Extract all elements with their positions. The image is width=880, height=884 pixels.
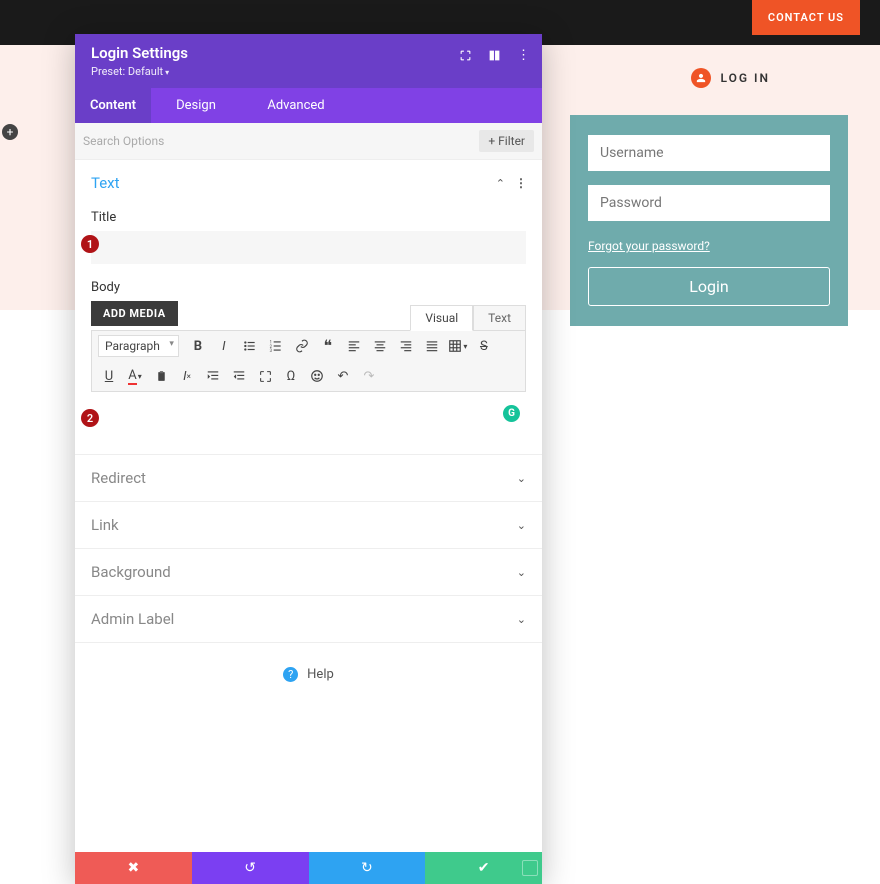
align-justify-icon[interactable] bbox=[421, 335, 443, 357]
chevron-up-icon: ⌃ bbox=[496, 177, 505, 190]
login-link[interactable]: LOG IN bbox=[691, 68, 771, 88]
kebab-menu-icon[interactable]: ⋮ bbox=[517, 48, 530, 63]
chevron-down-icon: ⌄ bbox=[517, 613, 526, 626]
italic-icon[interactable]: I bbox=[213, 335, 235, 357]
title-input[interactable] bbox=[91, 231, 526, 264]
grammarly-icon[interactable]: G bbox=[503, 405, 520, 422]
editor-body[interactable]: G bbox=[91, 392, 526, 428]
section-menu-icon[interactable]: ⋮ bbox=[515, 176, 526, 190]
section-text: Text ⌃ ⋮ Title 1 Body ADD MEDIA Visual T… bbox=[75, 160, 542, 428]
paste-icon[interactable] bbox=[150, 365, 172, 387]
section-redirect-label: Redirect bbox=[91, 469, 146, 487]
password-input[interactable] bbox=[588, 185, 830, 221]
chevron-down-icon: ⌄ bbox=[517, 472, 526, 485]
login-form: Forgot your password? Login bbox=[570, 115, 848, 326]
chevron-down-icon: ⌄ bbox=[517, 519, 526, 532]
omega-icon[interactable]: Ω bbox=[280, 365, 302, 387]
editor-toolbar: Paragraph B I 123 ❝ bbox=[91, 330, 526, 392]
outdent-icon[interactable] bbox=[228, 365, 250, 387]
align-right-icon[interactable] bbox=[395, 335, 417, 357]
redo-icon[interactable]: ↷ bbox=[358, 365, 380, 387]
panel-tabs: Content Design Advanced bbox=[75, 88, 542, 123]
username-input[interactable] bbox=[588, 135, 830, 171]
bullet-list-icon[interactable] bbox=[239, 335, 261, 357]
tab-design[interactable]: Design bbox=[151, 88, 241, 123]
login-link-label: LOG IN bbox=[721, 71, 771, 85]
quote-icon[interactable]: ❝ bbox=[317, 335, 339, 357]
panel-header: Login Settings Preset: Default ⋮ bbox=[75, 34, 542, 88]
save-button[interactable]: ✔ bbox=[425, 852, 542, 884]
text-color-icon[interactable]: A▾ bbox=[124, 365, 146, 387]
bold-icon[interactable]: B bbox=[187, 335, 209, 357]
svg-text:3: 3 bbox=[269, 348, 272, 353]
editor-tab-visual[interactable]: Visual bbox=[410, 305, 473, 331]
columns-icon[interactable] bbox=[488, 49, 501, 62]
contact-us-button[interactable]: CONTACT US bbox=[752, 0, 860, 35]
help-label: Help bbox=[307, 667, 334, 682]
fullscreen-icon[interactable] bbox=[254, 365, 276, 387]
annotation-badge-1: 1 bbox=[81, 235, 99, 253]
tab-advanced[interactable]: Advanced bbox=[241, 88, 351, 123]
emoji-icon[interactable] bbox=[306, 365, 328, 387]
undo-button[interactable]: ↺ bbox=[192, 852, 309, 884]
annotation-badge-2: 2 bbox=[81, 409, 99, 427]
settings-panel: Login Settings Preset: Default ⋮ Content… bbox=[75, 34, 542, 884]
align-center-icon[interactable] bbox=[369, 335, 391, 357]
section-text-header[interactable]: Text ⌃ ⋮ bbox=[91, 160, 526, 206]
title-field-label: Title bbox=[91, 210, 526, 225]
section-redirect-header[interactable]: Redirect ⌄ bbox=[91, 455, 526, 501]
align-left-icon[interactable] bbox=[343, 335, 365, 357]
section-link-label: Link bbox=[91, 516, 119, 534]
search-input[interactable] bbox=[83, 134, 479, 148]
add-media-button[interactable]: ADD MEDIA bbox=[91, 301, 178, 326]
search-row: Filter bbox=[75, 123, 542, 160]
undo-icon[interactable]: ↶ bbox=[332, 365, 354, 387]
cancel-button[interactable]: ✖ bbox=[75, 852, 192, 884]
help-row[interactable]: ? Help bbox=[75, 643, 542, 852]
section-adminlabel-label: Admin Label bbox=[91, 610, 174, 628]
clear-format-icon[interactable]: I× bbox=[176, 365, 198, 387]
user-icon bbox=[691, 68, 711, 88]
filter-button[interactable]: Filter bbox=[479, 130, 534, 152]
expand-icon[interactable] bbox=[459, 49, 472, 62]
section-text-label: Text bbox=[91, 174, 120, 192]
paragraph-select[interactable]: Paragraph bbox=[98, 335, 179, 357]
link-icon[interactable] bbox=[291, 335, 313, 357]
add-module-button[interactable]: + bbox=[2, 124, 18, 140]
indent-icon[interactable] bbox=[202, 365, 224, 387]
body-field-label: Body bbox=[91, 280, 526, 295]
number-list-icon[interactable]: 123 bbox=[265, 335, 287, 357]
underline-icon[interactable]: U bbox=[98, 365, 120, 387]
section-adminlabel-header[interactable]: Admin Label ⌄ bbox=[91, 596, 526, 642]
forgot-password-link[interactable]: Forgot your password? bbox=[588, 239, 710, 253]
login-submit-button[interactable]: Login bbox=[588, 267, 830, 306]
table-icon[interactable]: ▾ bbox=[447, 335, 469, 357]
section-link-header[interactable]: Link ⌄ bbox=[91, 502, 526, 548]
chevron-down-icon: ⌄ bbox=[517, 566, 526, 579]
editor-tab-text[interactable]: Text bbox=[473, 305, 526, 331]
bottom-actions: ✖ ↺ ↻ ✔ bbox=[75, 852, 542, 884]
redo-button[interactable]: ↻ bbox=[309, 852, 426, 884]
section-background-label: Background bbox=[91, 563, 171, 581]
strikethrough-icon[interactable]: S bbox=[473, 335, 495, 357]
preset-dropdown[interactable]: Preset: Default bbox=[91, 65, 526, 78]
help-icon: ? bbox=[283, 667, 298, 682]
tab-content[interactable]: Content bbox=[75, 88, 151, 123]
section-background-header[interactable]: Background ⌄ bbox=[91, 549, 526, 595]
